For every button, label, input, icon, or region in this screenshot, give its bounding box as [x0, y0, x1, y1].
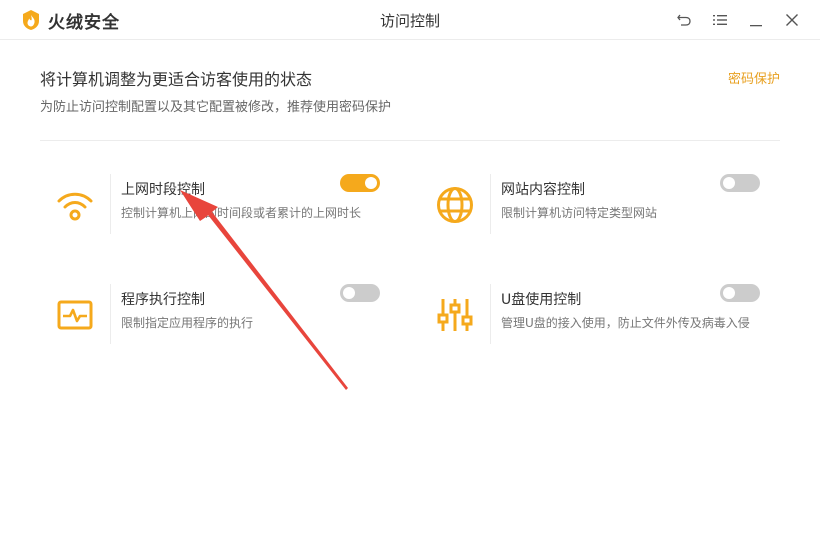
toggle-knob: [723, 287, 735, 299]
toggle-knob: [723, 177, 735, 189]
minimize-button[interactable]: [746, 10, 766, 30]
menu-button[interactable]: [710, 10, 730, 30]
feature-card-usb-control: U盘使用控制 管理U盘的接入使用，防止文件外传及病毒入侵: [420, 284, 760, 344]
feature-icon-box: [54, 294, 96, 336]
minimize-icon: [750, 25, 762, 27]
toggle-website-content[interactable]: [720, 174, 760, 192]
wifi-icon: [57, 192, 93, 221]
access-control-window: 火绒安全 访问控制 将计算机调整为更适合访客使用的状态 为防止访问控制配置以及其…: [0, 0, 820, 540]
menu-icon: [713, 15, 727, 25]
feature-icon-box: [434, 294, 476, 336]
title-bar: 火绒安全 访问控制: [0, 0, 820, 40]
section-divider: [40, 140, 780, 141]
card-separator: [490, 174, 491, 234]
card-separator: [490, 284, 491, 344]
feature-card-program-execution: 程序执行控制 限制指定应用程序的执行: [40, 284, 380, 344]
card-separator: [110, 174, 111, 234]
toggle-knob: [343, 287, 355, 299]
sliders-icon: [437, 299, 473, 331]
close-button[interactable]: [782, 10, 802, 30]
monitor-pulse-icon: [57, 300, 93, 330]
feature-description: 控制计算机上网的时间段或者累计的上网时长: [121, 206, 362, 220]
app-logo: 火绒安全: [22, 9, 120, 33]
feature-icon-box: [54, 184, 96, 226]
window-title: 访问控制: [379, 12, 440, 30]
feature-icon-box: [434, 184, 476, 226]
undo-arrow-icon: [677, 14, 691, 26]
feature-card-internet-time: 上网时段控制 控制计算机上网的时间段或者累计的上网时长: [40, 174, 380, 234]
feature-title: 程序执行控制: [121, 292, 205, 308]
flame-shield-icon: [23, 10, 39, 30]
app-name: 火绒安全: [48, 12, 120, 33]
toggle-usb-control[interactable]: [720, 284, 760, 302]
password-protection-link[interactable]: 密码保护: [728, 68, 780, 87]
feature-description: 限制计算机访问特定类型网站: [501, 206, 658, 220]
toggle-internet-time[interactable]: [340, 174, 380, 192]
toggle-program-execution[interactable]: [340, 284, 380, 302]
feature-title: 网站内容控制: [501, 182, 585, 198]
globe-icon: [437, 187, 473, 223]
feature-description: 限制指定应用程序的执行: [121, 316, 254, 330]
back-button[interactable]: [674, 10, 694, 30]
section-title: 将计算机调整为更适合访客使用的状态: [40, 70, 313, 89]
close-icon: [786, 14, 798, 26]
feature-title: 上网时段控制: [121, 182, 205, 198]
feature-description: 管理U盘的接入使用，防止文件外传及病毒入侵: [501, 316, 750, 330]
toggle-knob: [365, 177, 377, 189]
feature-card-website-content: 网站内容控制 限制计算机访问特定类型网站: [420, 174, 760, 234]
section-subtitle: 为防止访问控制配置以及其它配置被修改，推荐使用密码保护: [40, 100, 392, 115]
card-separator: [110, 284, 111, 344]
feature-title: U盘使用控制: [501, 292, 582, 308]
